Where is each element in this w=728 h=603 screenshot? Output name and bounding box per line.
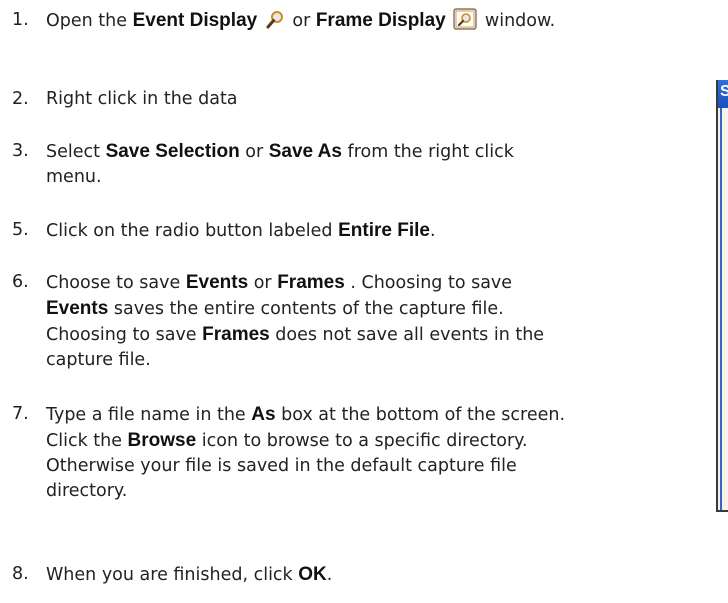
bold-term: Frame Display bbox=[315, 10, 446, 31]
text-run: When you are finished, click bbox=[46, 565, 299, 585]
step-text: Open the Event Display or Frame Display … bbox=[46, 8, 555, 38]
text-run: Open the bbox=[46, 11, 133, 31]
bold-term: Frames bbox=[277, 272, 345, 293]
save-dialog-fragment: S bbox=[716, 80, 728, 512]
bold-term: Event Display bbox=[132, 10, 258, 31]
text-run: Click the bbox=[46, 431, 128, 451]
bold-term: As bbox=[251, 404, 276, 425]
text-run: Choose to save bbox=[46, 273, 186, 293]
dialog-title-bar: S bbox=[718, 80, 728, 108]
bold-term: Events bbox=[185, 272, 249, 293]
text-run: from the right click bbox=[341, 142, 514, 162]
bold-term: OK bbox=[298, 564, 327, 585]
text-run: . Choosing to save bbox=[344, 273, 513, 293]
step-number: 8. bbox=[12, 564, 29, 584]
text-run: capture file. bbox=[46, 350, 151, 370]
step-text: When you are finished, click OK. bbox=[46, 562, 332, 588]
step-number: 2. bbox=[12, 89, 29, 109]
text-run: Choosing to save bbox=[46, 325, 203, 345]
text-run: Right click in the data bbox=[46, 89, 238, 109]
text-run: does not save all events in the bbox=[269, 325, 545, 345]
bold-term: Save Selection bbox=[105, 141, 240, 162]
step-number: 1. bbox=[12, 10, 29, 30]
step-text: Right click in the data bbox=[46, 87, 238, 112]
step-number: 5. bbox=[12, 220, 29, 240]
bold-term: Browse bbox=[127, 430, 197, 451]
frame-display-icon bbox=[453, 8, 477, 38]
text-run: Otherwise your file is saved in the defa… bbox=[46, 456, 517, 476]
text-run: box at the bottom of the screen. bbox=[275, 405, 566, 425]
text-run: window. bbox=[484, 11, 556, 31]
text-run: or bbox=[239, 142, 269, 162]
dialog-border bbox=[720, 108, 722, 510]
step-text: Type a file name in the As box at the bo… bbox=[46, 402, 565, 504]
text-run: Type a file name in the bbox=[46, 405, 252, 425]
text-run: menu. bbox=[46, 167, 102, 187]
step-text: Select Save Selection or Save As from th… bbox=[46, 139, 514, 190]
step-text: Choose to save Events or Frames . Choosi… bbox=[46, 270, 544, 373]
text-run: or bbox=[248, 273, 278, 293]
bold-term: Entire File bbox=[338, 220, 430, 241]
text-run: Click on the radio button labeled bbox=[46, 221, 339, 241]
dialog-title: S bbox=[720, 83, 728, 100]
text-run: icon to browse to a specific directory. bbox=[196, 431, 528, 451]
bold-term: Events bbox=[46, 298, 109, 319]
magnifier-icon bbox=[265, 10, 285, 38]
step-number: 6. bbox=[12, 272, 29, 292]
text-run: or bbox=[292, 11, 316, 31]
step-number: 3. bbox=[12, 141, 29, 161]
bold-term: Frames bbox=[202, 324, 270, 345]
text-run: . bbox=[326, 565, 333, 585]
text-run: saves the entire contents of the capture… bbox=[108, 299, 504, 319]
text-run: . bbox=[429, 221, 436, 241]
text-run: Select bbox=[46, 142, 106, 162]
bold-term: Save As bbox=[268, 141, 342, 162]
step-text: Click on the radio button labeled Entire… bbox=[46, 218, 436, 244]
text-run: directory. bbox=[46, 481, 128, 501]
step-number: 7. bbox=[12, 404, 29, 424]
